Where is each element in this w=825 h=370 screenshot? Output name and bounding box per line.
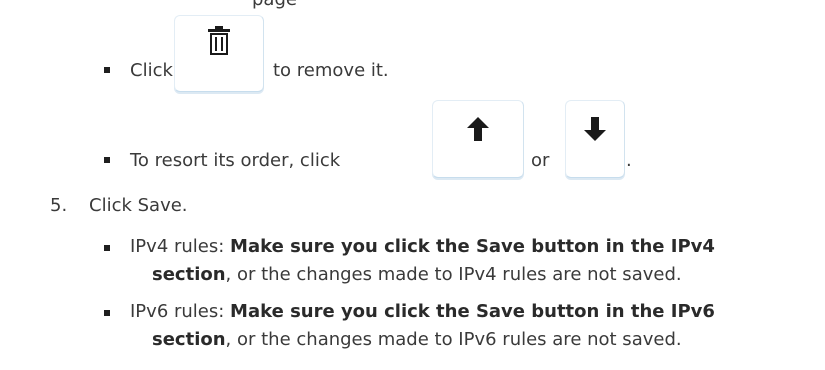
remove-instruction-suffix: to remove it. <box>273 60 389 81</box>
ipv4-label: IPv4 rules: <box>130 236 231 257</box>
ipv6-warning-end: section <box>152 329 226 350</box>
arrow-up-icon <box>467 117 489 141</box>
remove-instruction-prefix: Click <box>130 60 173 81</box>
ipv4-rule-line1: IPv4 rules: Make sure you click the Save… <box>130 238 715 256</box>
bullet <box>104 157 110 163</box>
period: . <box>626 150 632 171</box>
bullet <box>104 67 110 73</box>
move-up-button[interactable] <box>432 100 524 178</box>
ipv4-warning: Make sure you click the Save button in t… <box>230 236 715 257</box>
step-text: Click Save. <box>89 195 188 216</box>
ipv4-rest: , or the changes made to IPv4 rules are … <box>225 264 682 285</box>
ipv6-rule-line1: IPv6 rules: Make sure you click the Save… <box>130 303 715 321</box>
arrow-down-icon <box>584 117 606 141</box>
ipv6-warning: Make sure you click the Save button in t… <box>230 301 715 322</box>
ipv6-label: IPv6 rules: <box>130 301 231 322</box>
ipv4-warning-end: section <box>152 264 226 285</box>
partial-top-text: page <box>252 0 297 9</box>
ipv6-rest: , or the changes made to IPv6 rules are … <box>225 329 682 350</box>
resort-instruction: To resort its order, click <box>130 150 341 171</box>
ipv4-rule-line2: section, or the changes made to IPv4 rul… <box>152 266 682 284</box>
move-down-button[interactable] <box>565 100 625 178</box>
or-text: or <box>531 150 550 171</box>
step-number: 5. <box>50 195 68 216</box>
trash-icon <box>208 25 230 55</box>
bullet <box>104 245 110 251</box>
bullet <box>104 310 110 316</box>
ipv6-rule-line2: section, or the changes made to IPv6 rul… <box>152 331 682 349</box>
delete-button[interactable] <box>174 15 264 92</box>
